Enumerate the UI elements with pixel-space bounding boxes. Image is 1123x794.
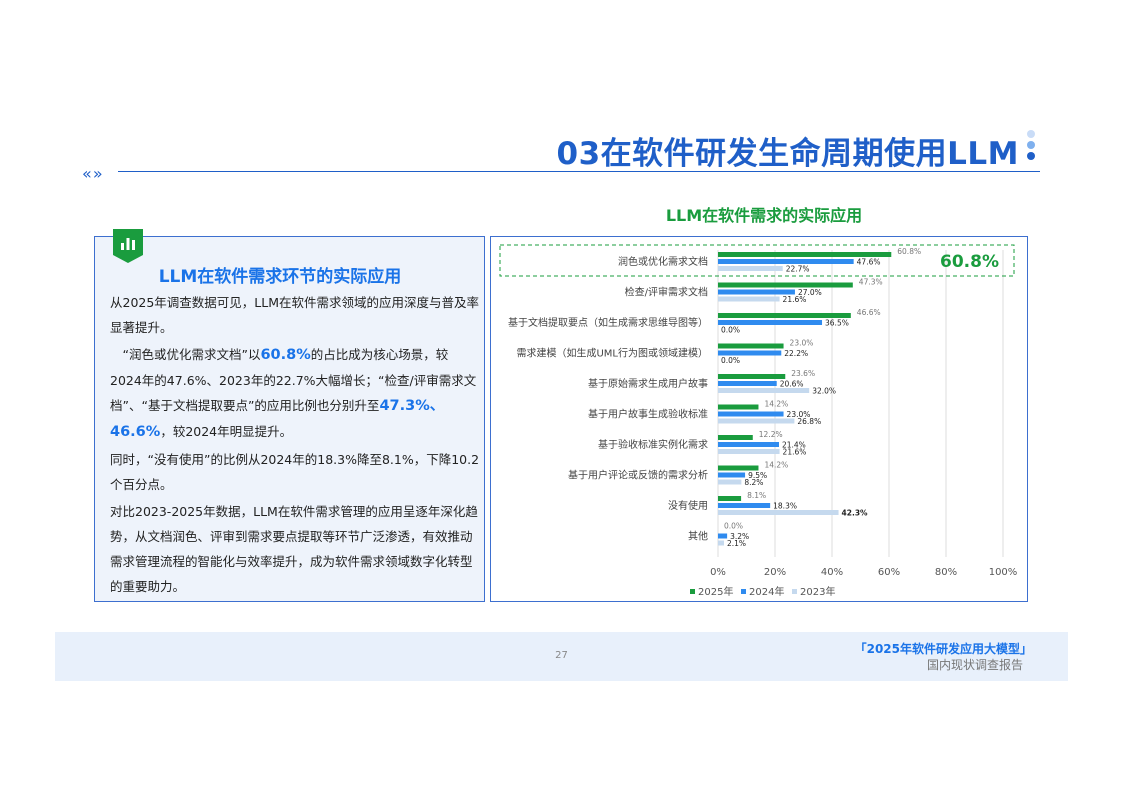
title-dots-decoration — [1027, 130, 1037, 163]
data-label: 21.6% — [783, 295, 807, 304]
left-panel-body: 从2025年调查数据可见，LLM在软件需求领域的应用深度与普及率显著提升。 “润… — [110, 290, 480, 601]
legend-swatch — [690, 589, 695, 594]
bar-2025年 — [718, 252, 892, 257]
report-title: 「2025年软件研发应用大模型」 — [854, 642, 1032, 656]
double-chevron-icon: « » — [82, 164, 103, 183]
bar-2023年 — [718, 540, 724, 546]
data-label: 32.0% — [812, 387, 836, 396]
data-label: 8.1% — [747, 491, 766, 500]
data-label: 47.3% — [859, 278, 883, 287]
bar-2023年 — [718, 510, 839, 515]
bar-2025年 — [718, 435, 753, 440]
highlight-value: 46.6% — [110, 424, 161, 440]
data-label: 36.5% — [825, 319, 849, 328]
category-label: 基于原始需求生成用户故事 — [588, 377, 708, 390]
data-label: 23.0% — [790, 339, 814, 348]
bar-2025年 — [718, 465, 759, 471]
bar-2024年 — [718, 320, 823, 325]
data-label: 42.3% — [842, 509, 869, 518]
bar-2023年 — [718, 479, 742, 485]
x-tick-label: 0% — [710, 567, 726, 578]
highlight-value: 60.8% — [260, 347, 311, 363]
paragraph-key-findings: “润色或优化需求文档”以60.8%的占比成为核心场景，较2024年的47.6%、… — [110, 342, 480, 445]
data-label: 0.0% — [721, 356, 740, 365]
bar-2023年 — [718, 449, 780, 454]
bar-2024年 — [718, 411, 784, 417]
category-label: 检查/评审需求文档 — [625, 286, 708, 299]
bar-2024年 — [718, 533, 728, 539]
data-label: 23.6% — [791, 369, 815, 378]
bar-2023年 — [718, 388, 810, 393]
data-label: 22.2% — [784, 349, 808, 358]
category-label: 基于文档提取要点（如生成需求思维导图等） — [508, 316, 708, 329]
bar-2023年 — [718, 266, 783, 271]
bar-2023年 — [718, 418, 795, 424]
header-divider — [118, 171, 1040, 172]
x-tick-label: 80% — [935, 567, 957, 578]
x-tick-label: 40% — [821, 567, 843, 578]
text-segment: ，较2024年明显提升。 — [160, 424, 293, 439]
page-footer: 27 「2025年软件研发应用大模型」 国内现状调查报告 — [55, 632, 1068, 681]
data-label: 12.2% — [759, 430, 783, 439]
data-label: 14.2% — [764, 400, 788, 409]
bar-2024年 — [718, 472, 746, 478]
paragraph-not-used: 同时，“没有使用”的比例从2024年的18.3%降至8.1%，下降10.2个百分… — [110, 452, 480, 492]
bar-2025年 — [718, 404, 759, 410]
report-subtitle: 国内现状调查报告 — [926, 658, 1023, 672]
paragraph-trend: 对比2023-2025年数据，LLM在软件需求管理的应用呈逐年深化趋势，从文档润… — [110, 504, 478, 594]
legend-label: 2023年 — [800, 585, 835, 598]
bar-2025年 — [718, 313, 851, 318]
data-label: 0.0% — [724, 522, 743, 531]
bar-2024年 — [718, 289, 795, 295]
data-label: 2.1% — [727, 539, 746, 548]
bar-2024年 — [718, 442, 779, 447]
legend-label: 2025年 — [698, 585, 733, 598]
bar-2023年 — [718, 296, 780, 302]
bar-2024年 — [718, 259, 854, 264]
category-label: 基于验收标准实例化需求 — [598, 438, 708, 451]
data-label: 46.6% — [857, 308, 881, 317]
data-label: 22.7% — [786, 265, 810, 274]
left-panel-heading: LLM在软件需求环节的实际应用 — [158, 267, 402, 287]
bar-2025年 — [718, 282, 853, 288]
category-label: 需求建模（如生成UML行为图或领域建模） — [516, 347, 708, 360]
category-label: 没有使用 — [668, 499, 708, 512]
bar-2025年 — [718, 343, 784, 349]
data-label: 21.6% — [783, 448, 807, 457]
category-label: 基于用户评论或反馈的需求分析 — [568, 469, 708, 482]
data-label: 0.0% — [721, 326, 740, 335]
data-label: 14.2% — [764, 461, 788, 470]
bar-2025年 — [718, 374, 786, 379]
bar-2024年 — [718, 381, 777, 386]
category-label: 润色或优化需求文档 — [618, 255, 708, 268]
bar-chart: 0% 20% 40% 60% 80% 100% 60.8% 润色或优化需求文档 60.8% 47.… — [499, 244, 1018, 598]
category-label: 其他 — [688, 530, 708, 543]
x-tick-label: 20% — [764, 567, 786, 578]
page-title: 03在软件研发生命周期使用LLM — [556, 136, 1019, 172]
data-label: 47.6% — [857, 258, 881, 267]
paragraph-intro: 从2025年调查数据可见，LLM在软件需求领域的应用深度与普及率显著提升。 — [110, 295, 480, 335]
data-label: 8.2% — [744, 478, 763, 487]
data-label: 18.3% — [773, 502, 797, 511]
text-segment: 、 — [429, 398, 445, 414]
bar-chart-badge-icon — [113, 229, 143, 263]
bar-2024年 — [718, 503, 771, 508]
text-segment: “润色或优化需求文档”以 — [122, 347, 261, 362]
legend-label: 2024年 — [749, 585, 784, 598]
bar-2025年 — [718, 496, 742, 501]
bar-2024年 — [718, 350, 782, 356]
x-tick-label: 60% — [878, 567, 900, 578]
data-label: 60.8% — [897, 247, 921, 256]
legend-swatch — [741, 589, 746, 594]
chart-heading: LLM在软件需求的实际应用 — [665, 206, 863, 225]
legend-swatch — [792, 589, 797, 594]
data-label: 20.6% — [780, 380, 804, 389]
category-label: 基于用户故事生成验收标准 — [588, 408, 708, 421]
highlight-value: 47.3% — [379, 398, 430, 414]
data-label: 26.8% — [797, 417, 821, 426]
x-tick-label: 100% — [989, 567, 1018, 578]
highlight-callout: 60.8% — [940, 252, 999, 272]
